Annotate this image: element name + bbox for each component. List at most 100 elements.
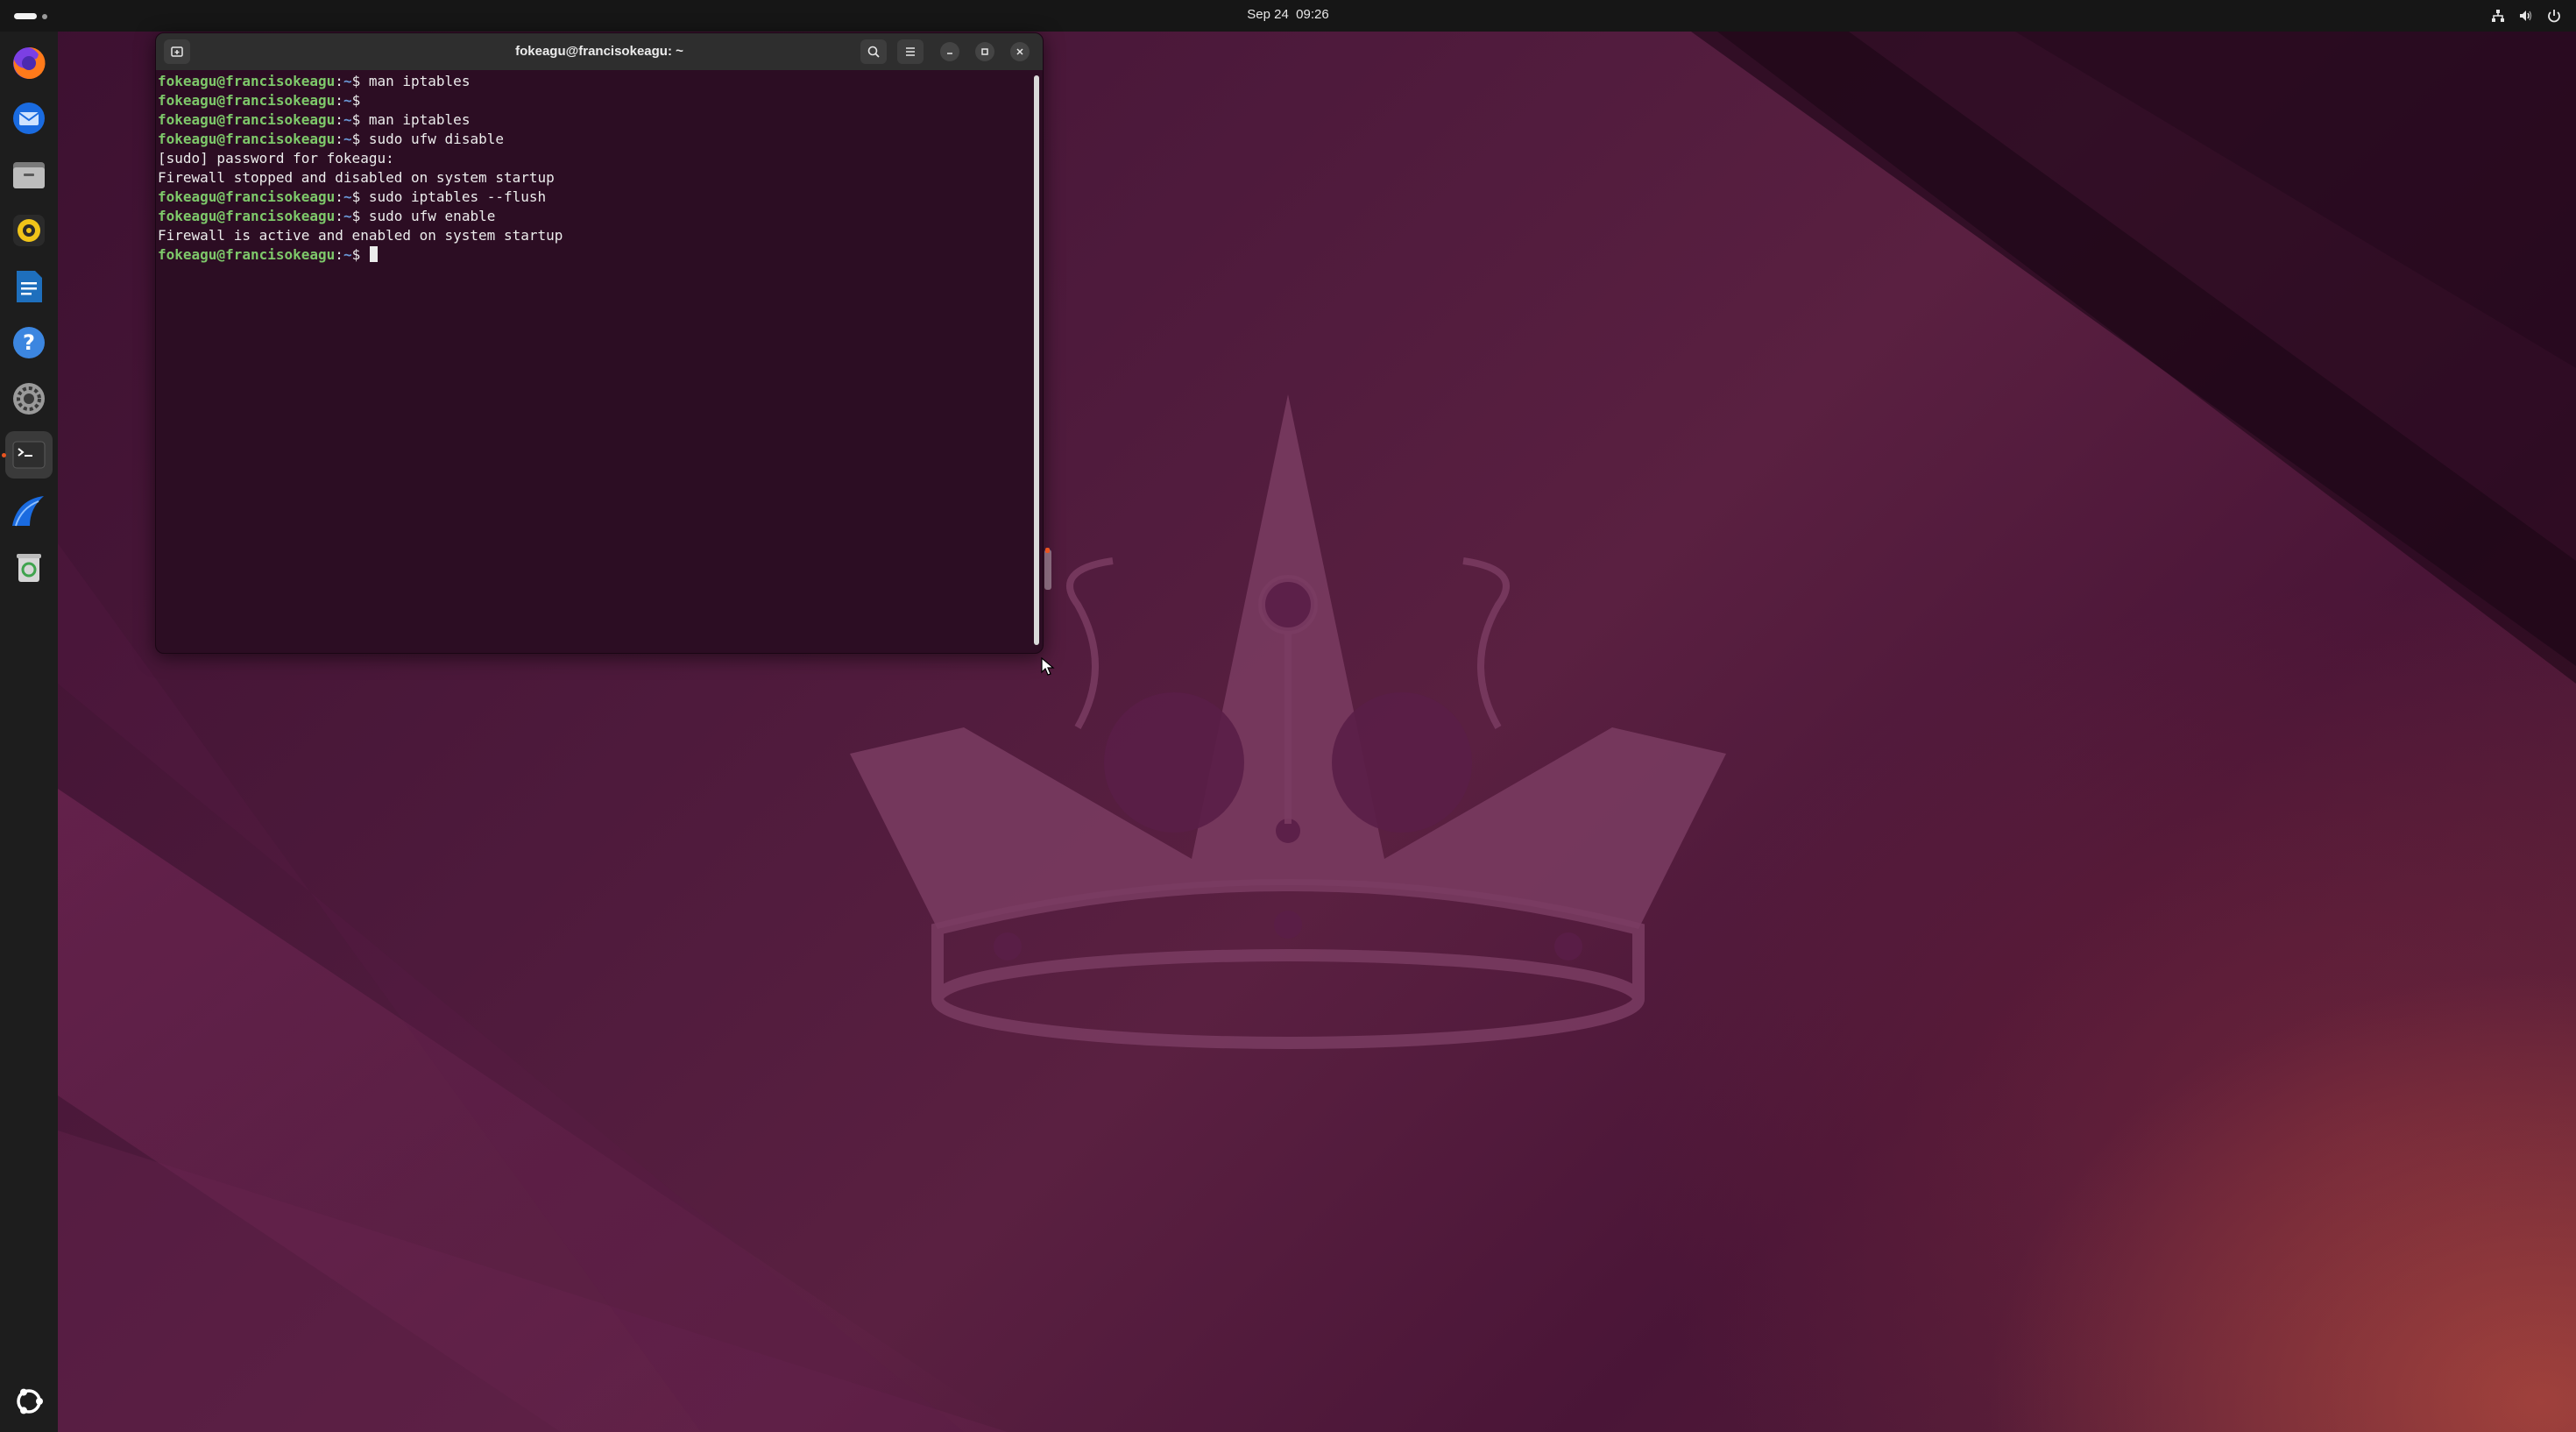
close-button[interactable]: [1010, 42, 1030, 61]
text-cursor: [369, 246, 378, 262]
menu-button[interactable]: [897, 39, 924, 64]
prompt-path: ~: [343, 208, 352, 224]
dock-writer[interactable]: [5, 263, 53, 310]
command-text: sudo ufw disable: [360, 131, 504, 147]
close-icon: [1016, 48, 1023, 55]
terminal-output-line: [sudo] password for fokeagu:: [158, 150, 394, 167]
command-text: man iptables: [360, 111, 471, 128]
writer-icon: [17, 271, 42, 302]
workspace-indicator: [42, 13, 47, 19]
terminal-command-line: fokeagu@francisokeagu:~$ sudo iptables -…: [158, 188, 1032, 207]
prompt-path: ~: [343, 111, 352, 128]
svg-text:?: ?: [23, 330, 35, 355]
terminal-command-line: fokeagu@francisokeagu:~$ man iptables: [158, 72, 1032, 91]
prompt-colon: :: [335, 111, 343, 128]
clock-time: 09:26: [1296, 7, 1329, 22]
dock-show-apps[interactable]: [5, 1378, 53, 1425]
terminal-output-line: Firewall is active and enabled on system…: [158, 227, 563, 244]
desktop: Sep 24 09:26 ? fokeagu@francisokeagu: ~ …: [0, 0, 2576, 1432]
prompt-symbol: $: [351, 208, 361, 224]
terminal-command-line: fokeagu@francisokeagu:~$ sudo ufw enable: [158, 207, 1032, 226]
trash-icon: [17, 554, 41, 582]
prompt-path: ~: [343, 131, 352, 147]
terminal-output[interactable]: fokeagu@francisokeagu:~$ man iptables fok…: [156, 70, 1032, 653]
power-icon: [2548, 10, 2560, 23]
maximize-icon: [981, 48, 988, 55]
dock-terminal[interactable]: [5, 431, 53, 479]
ubuntu-apps-icon: [17, 1388, 43, 1414]
search-button[interactable]: [860, 39, 887, 64]
prompt-symbol: $: [351, 111, 361, 128]
minimize-button[interactable]: [940, 42, 959, 61]
prompt-path: ~: [343, 246, 352, 263]
dock-trash[interactable]: [5, 543, 53, 591]
prompt-symbol: $: [351, 73, 361, 89]
command-text: sudo ufw enable: [360, 208, 496, 224]
terminal-output-line: Firewall stopped and disabled on system …: [158, 169, 555, 186]
workspace-indicator-active: [14, 13, 37, 19]
dock: ?: [0, 32, 58, 1432]
clock-date: Sep 24: [1247, 7, 1289, 22]
resize-handle-accent: [1045, 548, 1050, 553]
system-tray[interactable]: [2490, 8, 2562, 24]
top-bar: Sep 24 09:26: [0, 0, 2576, 32]
prompt-path: ~: [343, 92, 352, 109]
rhythmbox-icon: [13, 215, 45, 246]
prompt-user-host: fokeagu@francisokeagu: [158, 188, 336, 205]
prompt-user-host: fokeagu@francisokeagu: [158, 73, 336, 89]
prompt-colon: :: [335, 131, 343, 147]
prompt-symbol: $: [351, 92, 361, 109]
prompt-colon: :: [335, 246, 343, 263]
command-text: man iptables: [360, 73, 471, 89]
network-icon: [2492, 10, 2504, 22]
volume-icon: [2520, 11, 2532, 21]
prompt-user-host: fokeagu@francisokeagu: [158, 246, 336, 263]
dock-rhythmbox[interactable]: [5, 207, 53, 254]
terminal-icon: [12, 441, 46, 469]
prompt-symbol: $: [351, 246, 361, 263]
settings-icon: [13, 383, 45, 415]
terminal-command-line: fokeagu@francisokeagu:~$ sudo ufw disabl…: [158, 130, 1032, 149]
help-icon: ?: [13, 327, 45, 358]
terminal-scrollbar[interactable]: [1034, 75, 1039, 645]
dock-firefox[interactable]: [5, 39, 53, 86]
window-resize-handle[interactable]: [1044, 549, 1051, 590]
maximize-button[interactable]: [975, 42, 994, 61]
dock-thunderbird[interactable]: [5, 95, 53, 142]
prompt-path: ~: [343, 188, 352, 205]
command-text: [360, 246, 369, 263]
terminal-command-line: fokeagu@francisokeagu:~$: [158, 91, 1032, 110]
thunderbird-icon: [13, 103, 45, 134]
clock-button[interactable]: Sep 24 09:26: [1247, 7, 1328, 22]
prompt-colon: :: [335, 188, 343, 205]
activities-button[interactable]: [14, 13, 47, 19]
prompt-path: ~: [343, 73, 352, 89]
firefox-icon: [13, 46, 46, 79]
prompt-symbol: $: [351, 188, 361, 205]
dock-help[interactable]: ?: [5, 319, 53, 366]
dock-files[interactable]: [5, 151, 53, 198]
terminal-command-line: fokeagu@francisokeagu:~$: [158, 245, 1032, 265]
dock-wireshark[interactable]: [5, 487, 53, 535]
prompt-user-host: fokeagu@francisokeagu: [158, 208, 336, 224]
terminal-command-line: fokeagu@francisokeagu:~$ man iptables: [158, 110, 1032, 130]
prompt-colon: :: [335, 208, 343, 224]
prompt-colon: :: [335, 73, 343, 89]
search-icon: [867, 46, 880, 58]
terminal-running-indicator: [2, 453, 6, 457]
dock-settings[interactable]: [5, 375, 53, 422]
command-text: sudo iptables --flush: [360, 188, 547, 205]
terminal-window[interactable]: fokeagu@francisokeagu: ~ fokeagu@francis…: [155, 32, 1044, 654]
files-icon: [13, 162, 45, 188]
prompt-user-host: fokeagu@francisokeagu: [158, 111, 336, 128]
mouse-pointer-icon: [1041, 657, 1055, 676]
hamburger-menu-icon: [906, 47, 915, 56]
wireshark-icon: [12, 496, 44, 527]
prompt-user-host: fokeagu@francisokeagu: [158, 131, 336, 147]
terminal-headerbar[interactable]: fokeagu@francisokeagu: ~: [156, 33, 1043, 70]
prompt-user-host: fokeagu@francisokeagu: [158, 92, 336, 109]
clock: Sep 24 09:26: [0, 7, 2576, 22]
prompt-colon: :: [335, 92, 343, 109]
prompt-symbol: $: [351, 131, 361, 147]
minimize-icon: [947, 53, 952, 54]
